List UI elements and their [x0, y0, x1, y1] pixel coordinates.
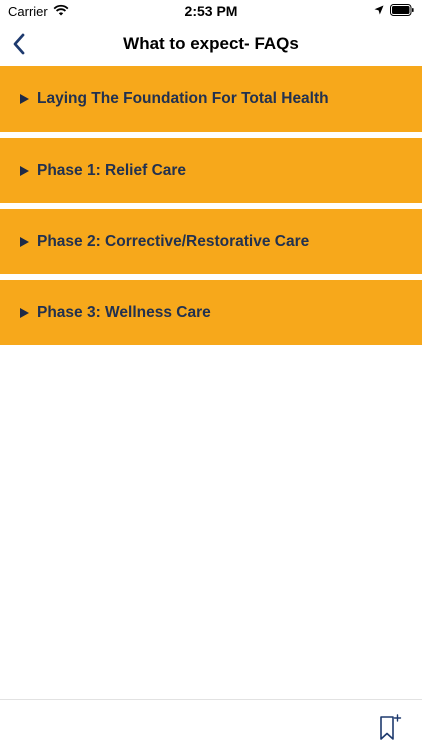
disclosure-triangle-icon [20, 307, 29, 318]
battery-icon [390, 4, 414, 16]
faq-item-label: Laying The Foundation For Total Health [37, 90, 329, 107]
faq-item-phase-2[interactable]: Phase 2: Corrective/Restorative Care [0, 209, 422, 274]
status-time: 2:53 PM [184, 3, 238, 19]
faq-item-foundation[interactable]: Laying The Foundation For Total Health [0, 66, 422, 132]
bookmark-add-icon[interactable] [378, 714, 402, 742]
disclosure-triangle-icon [20, 165, 29, 176]
faq-item-phase-3[interactable]: Phase 3: Wellness Care [0, 280, 422, 345]
location-icon [374, 5, 384, 15]
page-title: What to expect- FAQs [123, 34, 299, 53]
screen: Carrier 2:53 PM What to expect- FAQs Lay… [0, 0, 422, 750]
faq-item-phase-1[interactable]: Phase 1: Relief Care [0, 138, 422, 203]
status-bar: Carrier 2:53 PM [0, 0, 422, 22]
bottom-toolbar [0, 699, 422, 750]
nav-bar: What to expect- FAQs [0, 22, 422, 66]
faq-list: Laying The Foundation For Total Health P… [0, 66, 422, 351]
faq-item-label: Phase 1: Relief Care [37, 161, 187, 179]
faq-item-label: Phase 2: Corrective/Restorative Care [37, 232, 310, 250]
faq-item-label: Phase 3: Wellness Care [37, 303, 211, 321]
disclosure-triangle-icon [20, 236, 29, 247]
disclosure-triangle-icon [20, 94, 29, 104]
